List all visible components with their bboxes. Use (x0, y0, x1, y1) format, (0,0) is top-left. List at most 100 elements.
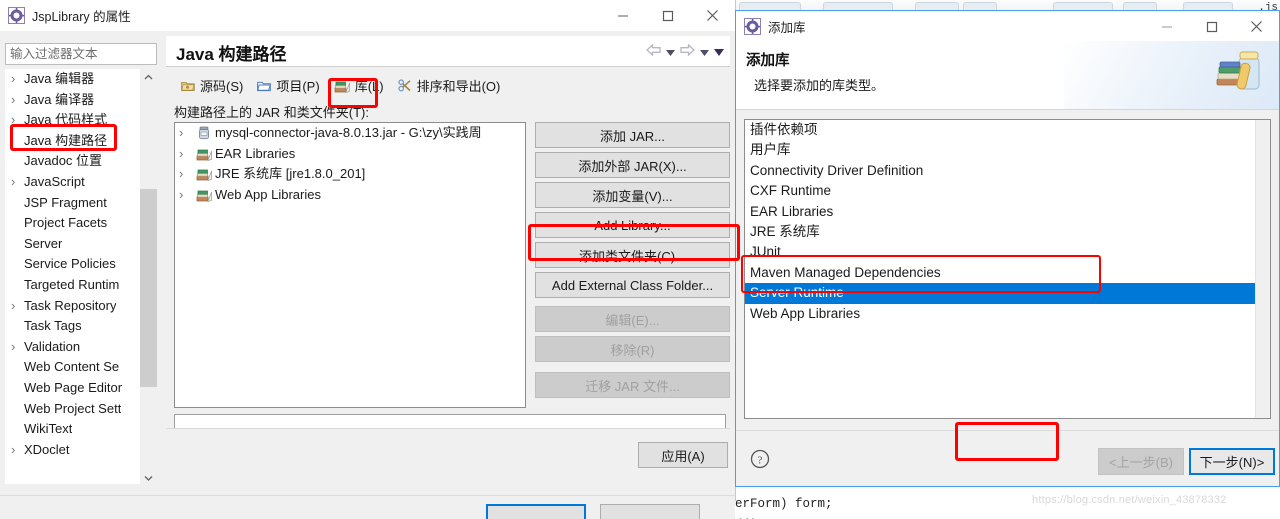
sidebar-item-task-repository[interactable]: › Task Repository (5, 296, 157, 317)
sidebar-item-validation[interactable]: › Validation (5, 337, 157, 358)
jar-list-row[interactable]: › mysql-connector-java-8.0.13.jar - G:\zy… (175, 123, 525, 144)
jar-list-row[interactable]: › JRE 系统库 [jre1.8.0_201] (175, 164, 525, 185)
build-path-tabbar[interactable]: 源码(S) 项目(P) 库(L) 排序和导出(O) (174, 74, 726, 97)
cancel-button[interactable] (600, 504, 700, 519)
help-question-icon[interactable]: ? (750, 449, 770, 469)
sidebar-item-label: Java 构建路径 (24, 132, 108, 148)
view-menu-icon[interactable] (714, 45, 724, 59)
jar-list-row[interactable]: › EAR Libraries (175, 144, 525, 165)
jar-list[interactable]: › mysql-connector-java-8.0.13.jar - G:\zy… (174, 122, 526, 408)
library-type-item[interactable]: 用户库 (745, 140, 1270, 160)
sidebar-item-web-page-editor[interactable]: Web Page Editor (5, 378, 157, 399)
maximize-icon[interactable] (645, 0, 690, 31)
chevron-right-icon[interactable]: › (11, 69, 24, 90)
chevron-right-icon[interactable]: › (11, 172, 24, 193)
library-type-item[interactable]: JRE 系统库 (745, 222, 1270, 242)
jar-list-row-label: Web App Libraries (215, 186, 321, 202)
minimize-icon[interactable] (1144, 11, 1189, 42)
chevron-right-icon[interactable]: › (179, 123, 195, 144)
ok-button[interactable] (486, 504, 586, 519)
chevron-right-icon[interactable]: › (11, 440, 24, 461)
library-type-item[interactable]: 插件依赖项 (745, 120, 1270, 140)
library-type-item[interactable]: EAR Libraries (745, 202, 1270, 222)
sidebar-item-java-编译器[interactable]: › Java 编译器 (5, 90, 157, 111)
add-library-button[interactable]: Add Library... (535, 212, 730, 238)
library-type-item[interactable]: Maven Managed Dependencies (745, 263, 1270, 283)
library-type-item[interactable]: Web App Libraries (745, 304, 1270, 324)
chevron-right-icon[interactable]: › (11, 90, 24, 111)
library-list-scrollbar[interactable] (1255, 120, 1270, 418)
tab-libraries[interactable]: 库(L) (327, 74, 391, 97)
sidebar-item-label: Server (24, 235, 63, 251)
tree-scrollbar-thumb[interactable] (140, 189, 157, 387)
sidebar-item-targeted-runtim[interactable]: Targeted Runtim (5, 275, 157, 296)
chevron-right-icon[interactable]: › (179, 144, 195, 165)
section-label: 构建路径上的 JAR 和类文件夹(T): (174, 105, 369, 120)
tab-source[interactable]: 源码(S) (174, 74, 250, 97)
chevron-right-icon[interactable]: › (11, 337, 24, 358)
wizard-heading: 添加库 (746, 53, 790, 69)
svg-text:?: ? (758, 455, 763, 467)
apply-button[interactable]: 应用(A) (638, 442, 728, 468)
library-type-list[interactable]: 插件依赖项 用户库 Connectivity Driver Definition CX… (744, 119, 1271, 419)
minimize-icon[interactable] (600, 0, 645, 31)
properties-footer (0, 495, 735, 519)
project-folder-icon (257, 79, 272, 92)
pane-nav-icons (646, 43, 724, 59)
tab-projects[interactable]: 项目(P) (250, 74, 326, 97)
forward-arrow-icon[interactable] (680, 43, 695, 59)
library-type-item[interactable]: CXF Runtime (745, 181, 1270, 201)
settings-tree[interactable]: › Java 编辑器 › Java 编译器 › Java 代码样式 Java 构建路径 Jav… (5, 69, 157, 484)
back-dropdown-icon[interactable] (666, 45, 675, 59)
sidebar-item-task-tags[interactable]: Task Tags (5, 316, 157, 337)
add-variable-button[interactable]: 添加变量(V)... (535, 182, 730, 208)
add-external-jar-button[interactable]: 添加外部 JAR(X)... (535, 152, 730, 178)
scroll-down-icon[interactable] (140, 470, 157, 487)
sidebar-item-web-project-sett[interactable]: Web Project Sett (5, 399, 157, 420)
sidebar-item-jsp-fragment[interactable]: JSP Fragment (5, 193, 157, 214)
scroll-up-icon[interactable] (140, 69, 157, 86)
tab-order-export[interactable]: 排序和导出(O) (391, 74, 508, 97)
close-icon[interactable] (690, 0, 735, 31)
sidebar-item-web-content-se[interactable]: Web Content Se (5, 357, 157, 378)
properties-body: ›Java 编辑器›Java 编译器›Java 代码样式Java 构建路径Jav… (0, 31, 735, 519)
library-type-item[interactable]: Connectivity Driver Definition (745, 161, 1270, 181)
sidebar-item-wikitext[interactable]: WikiText (5, 419, 157, 440)
chevron-right-icon[interactable]: › (179, 164, 195, 185)
maximize-icon[interactable] (1189, 11, 1234, 42)
remove-button: 移除(R) (535, 336, 730, 362)
library-type-item[interactable]: JUnit (745, 242, 1270, 262)
sidebar-item-java-构建路径[interactable]: Java 构建路径 (5, 131, 157, 152)
sidebar-item-label: Targeted Runtim (24, 276, 120, 292)
sidebar-item-xdoclet[interactable]: › XDoclet (5, 440, 157, 461)
source-folder-icon (181, 79, 195, 92)
bottom-text-field[interactable] (174, 414, 726, 428)
tree-vertical-scrollbar[interactable] (140, 69, 157, 487)
next-button[interactable]: 下一步(N)> (1189, 448, 1275, 475)
library-type-item[interactable]: Server Runtime (745, 283, 1270, 304)
sidebar-item-javascript[interactable]: › JavaScript (5, 172, 157, 193)
close-icon[interactable] (1234, 11, 1279, 42)
sidebar-item-service-policies[interactable]: Service Policies (5, 254, 157, 275)
sidebar-item-label: Task Repository (24, 297, 117, 313)
sidebar-item-project-facets[interactable]: Project Facets (5, 213, 157, 234)
back-button: <上一步(B) (1098, 448, 1184, 475)
sidebar-item-javadoc-位置[interactable]: Javadoc 位置 (5, 151, 157, 172)
filter-input[interactable] (5, 43, 157, 65)
properties-titlebar: JspLibrary 的属性 (0, 0, 735, 31)
sidebar-item-server[interactable]: Server (5, 234, 157, 255)
add-class-folder-button[interactable]: 添加类文件夹(C)... (535, 242, 730, 268)
chevron-right-icon[interactable]: › (11, 110, 24, 131)
add-library-window-controls (1144, 11, 1279, 42)
add-jar-button[interactable]: 添加 JAR... (535, 122, 730, 148)
sidebar-item-java-编辑器[interactable]: › Java 编辑器 (5, 69, 157, 90)
jar-list-row[interactable]: › Web App Libraries (175, 185, 525, 206)
forward-dropdown-icon[interactable] (700, 45, 709, 59)
edit-button: 编辑(E)... (535, 306, 730, 332)
add-external-class-folder-button[interactable]: Add External Class Folder... (535, 272, 730, 298)
chevron-right-icon[interactable]: › (11, 296, 24, 317)
sidebar-item-java-代码样式[interactable]: › Java 代码样式 (5, 110, 157, 131)
back-arrow-icon[interactable] (646, 43, 661, 59)
chevron-right-icon[interactable]: › (179, 185, 195, 206)
sidebar-item-label: Java 编辑器 (24, 71, 95, 86)
